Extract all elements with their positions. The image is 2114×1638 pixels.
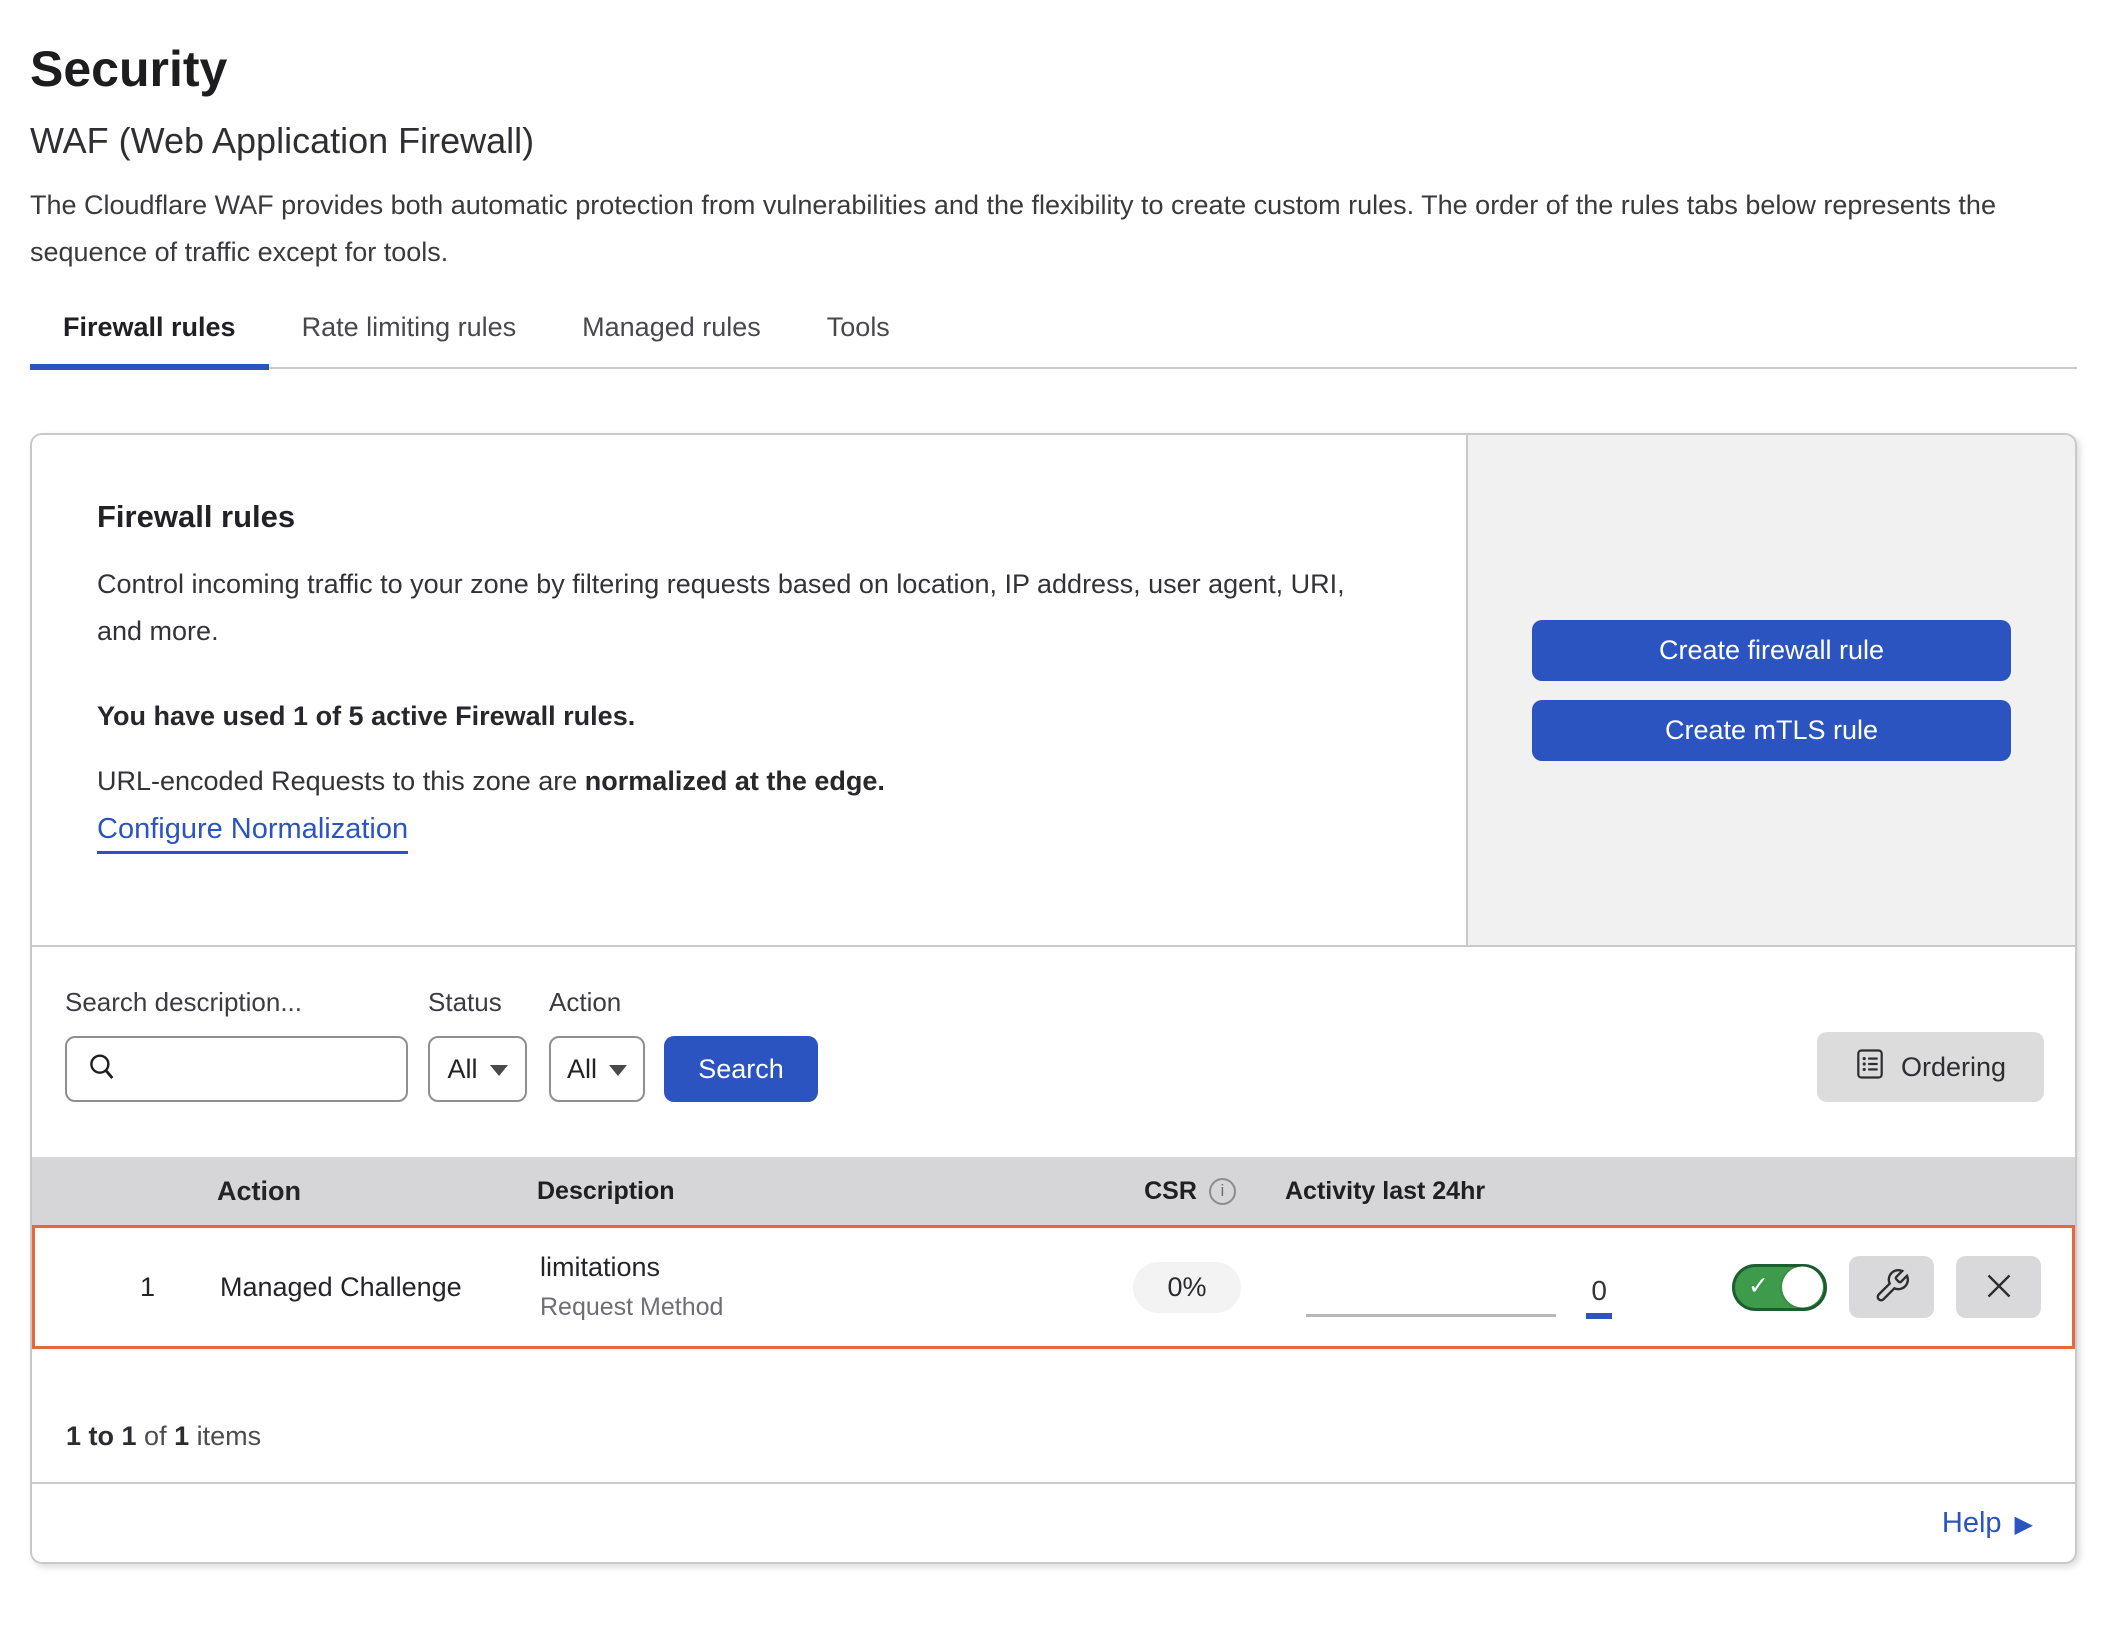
info-icon[interactable]: i — [1209, 1178, 1236, 1205]
tab-firewall-rules[interactable]: Firewall rules — [30, 312, 269, 367]
card-top-section: Firewall rules Control incoming traffic … — [32, 435, 2075, 947]
help-row: Help ▶ — [32, 1484, 2075, 1562]
usage-summary: You have used 1 of 5 active Firewall rul… — [97, 701, 1396, 732]
status-dropdown[interactable]: All — [428, 1036, 527, 1102]
header-csr-label: CSR — [1144, 1177, 1197, 1206]
search-label: Search description... — [65, 987, 408, 1018]
ordering-button-label: Ordering — [1901, 1052, 2006, 1083]
activity-count-link[interactable]: 0 — [1586, 1275, 1612, 1319]
page-title: Security — [30, 40, 2077, 98]
action-filter-group: Action All — [549, 987, 645, 1102]
status-dropdown-value: All — [447, 1054, 477, 1085]
configure-normalization-link[interactable]: Configure Normalization — [97, 813, 408, 854]
toggle-knob — [1782, 1267, 1823, 1308]
list-ordering-icon — [1855, 1048, 1885, 1087]
tab-tools[interactable]: Tools — [794, 312, 923, 367]
tab-bar: Firewall rules Rate limiting rules Manag… — [30, 312, 2077, 369]
csr-badge: 0% — [1133, 1262, 1240, 1313]
pagination-items: items — [197, 1421, 262, 1451]
rule-action: Managed Challenge — [220, 1272, 540, 1303]
firewall-rules-card: Firewall rules Control incoming traffic … — [30, 433, 2077, 1564]
pagination-range: 1 to 1 — [66, 1421, 137, 1451]
close-icon — [1981, 1268, 2017, 1307]
action-label: Action — [549, 987, 645, 1018]
search-icon — [85, 1050, 119, 1089]
create-mtls-rule-button[interactable]: Create mTLS rule — [1532, 700, 2011, 761]
create-rules-panel: Create firewall rule Create mTLS rule — [1466, 435, 2075, 945]
page-subtitle: WAF (Web Application Firewall) — [30, 120, 2077, 162]
tab-rate-limiting-rules[interactable]: Rate limiting rules — [269, 312, 550, 367]
ordering-button[interactable]: Ordering — [1817, 1032, 2044, 1102]
rule-activity-cell: 0 — [1282, 1265, 1612, 1309]
chevron-right-icon: ▶ — [2015, 1513, 2033, 1537]
firewall-rules-intro: Firewall rules Control incoming traffic … — [32, 435, 1466, 945]
table-header: Action Description CSR i Activity last 2… — [32, 1157, 2075, 1225]
pagination-count: 1 — [174, 1421, 189, 1451]
rule-controls: ✓ — [1612, 1256, 2072, 1318]
normalization-note: URL-encoded Requests to this zone are no… — [97, 766, 1396, 797]
search-input[interactable] — [129, 1038, 468, 1100]
header-description: Description — [537, 1177, 1055, 1206]
help-label: Help — [1942, 1507, 2002, 1540]
search-button[interactable]: Search — [664, 1036, 818, 1102]
status-label: Status — [428, 987, 527, 1018]
rule-enabled-toggle[interactable]: ✓ — [1732, 1264, 1827, 1311]
activity-sparkline — [1306, 1314, 1556, 1317]
edit-rule-button[interactable] — [1849, 1256, 1934, 1318]
help-link[interactable]: Help ▶ — [1942, 1507, 2033, 1540]
rule-expression: Request Method — [540, 1293, 1052, 1322]
wrench-icon — [1873, 1267, 1911, 1308]
create-firewall-rule-button[interactable]: Create firewall rule — [1532, 620, 2011, 681]
header-action: Action — [217, 1176, 537, 1207]
chevron-down-icon — [490, 1065, 508, 1076]
tab-managed-rules[interactable]: Managed rules — [549, 312, 794, 367]
rule-csr-cell: 0% — [1092, 1262, 1282, 1313]
pagination-of: of — [144, 1421, 167, 1451]
rule-description[interactable]: limitations — [540, 1252, 1052, 1283]
card-heading: Firewall rules — [97, 499, 1396, 535]
page-description: The Cloudflare WAF provides both automat… — [30, 182, 2077, 276]
header-activity: Activity last 24hr — [1285, 1177, 1615, 1206]
security-page: Security WAF (Web Application Firewall) … — [0, 0, 2114, 1564]
action-dropdown[interactable]: All — [549, 1036, 645, 1102]
pagination-summary: 1 to 1 of 1 items — [32, 1349, 2075, 1484]
header-csr: CSR i — [1095, 1177, 1285, 1206]
action-dropdown-value: All — [567, 1054, 597, 1085]
normalization-note-bold: normalized at the edge. — [585, 766, 885, 796]
status-filter-group: Status All — [428, 987, 527, 1102]
search-filter-group: Search description... — [65, 987, 408, 1102]
check-icon: ✓ — [1748, 1271, 1769, 1301]
normalization-note-text: URL-encoded Requests to this zone are — [97, 766, 577, 796]
card-description: Control incoming traffic to your zone by… — [97, 561, 1396, 655]
firewall-rule-row: 1 Managed Challenge limitations Request … — [32, 1225, 2075, 1349]
delete-rule-button[interactable] — [1956, 1256, 2041, 1318]
rule-priority: 1 — [35, 1272, 220, 1303]
filter-section: Search description... Status All Action — [32, 947, 2075, 1157]
chevron-down-icon — [609, 1065, 627, 1076]
rule-description-cell: limitations Request Method — [540, 1252, 1052, 1322]
search-box[interactable] — [65, 1036, 408, 1102]
